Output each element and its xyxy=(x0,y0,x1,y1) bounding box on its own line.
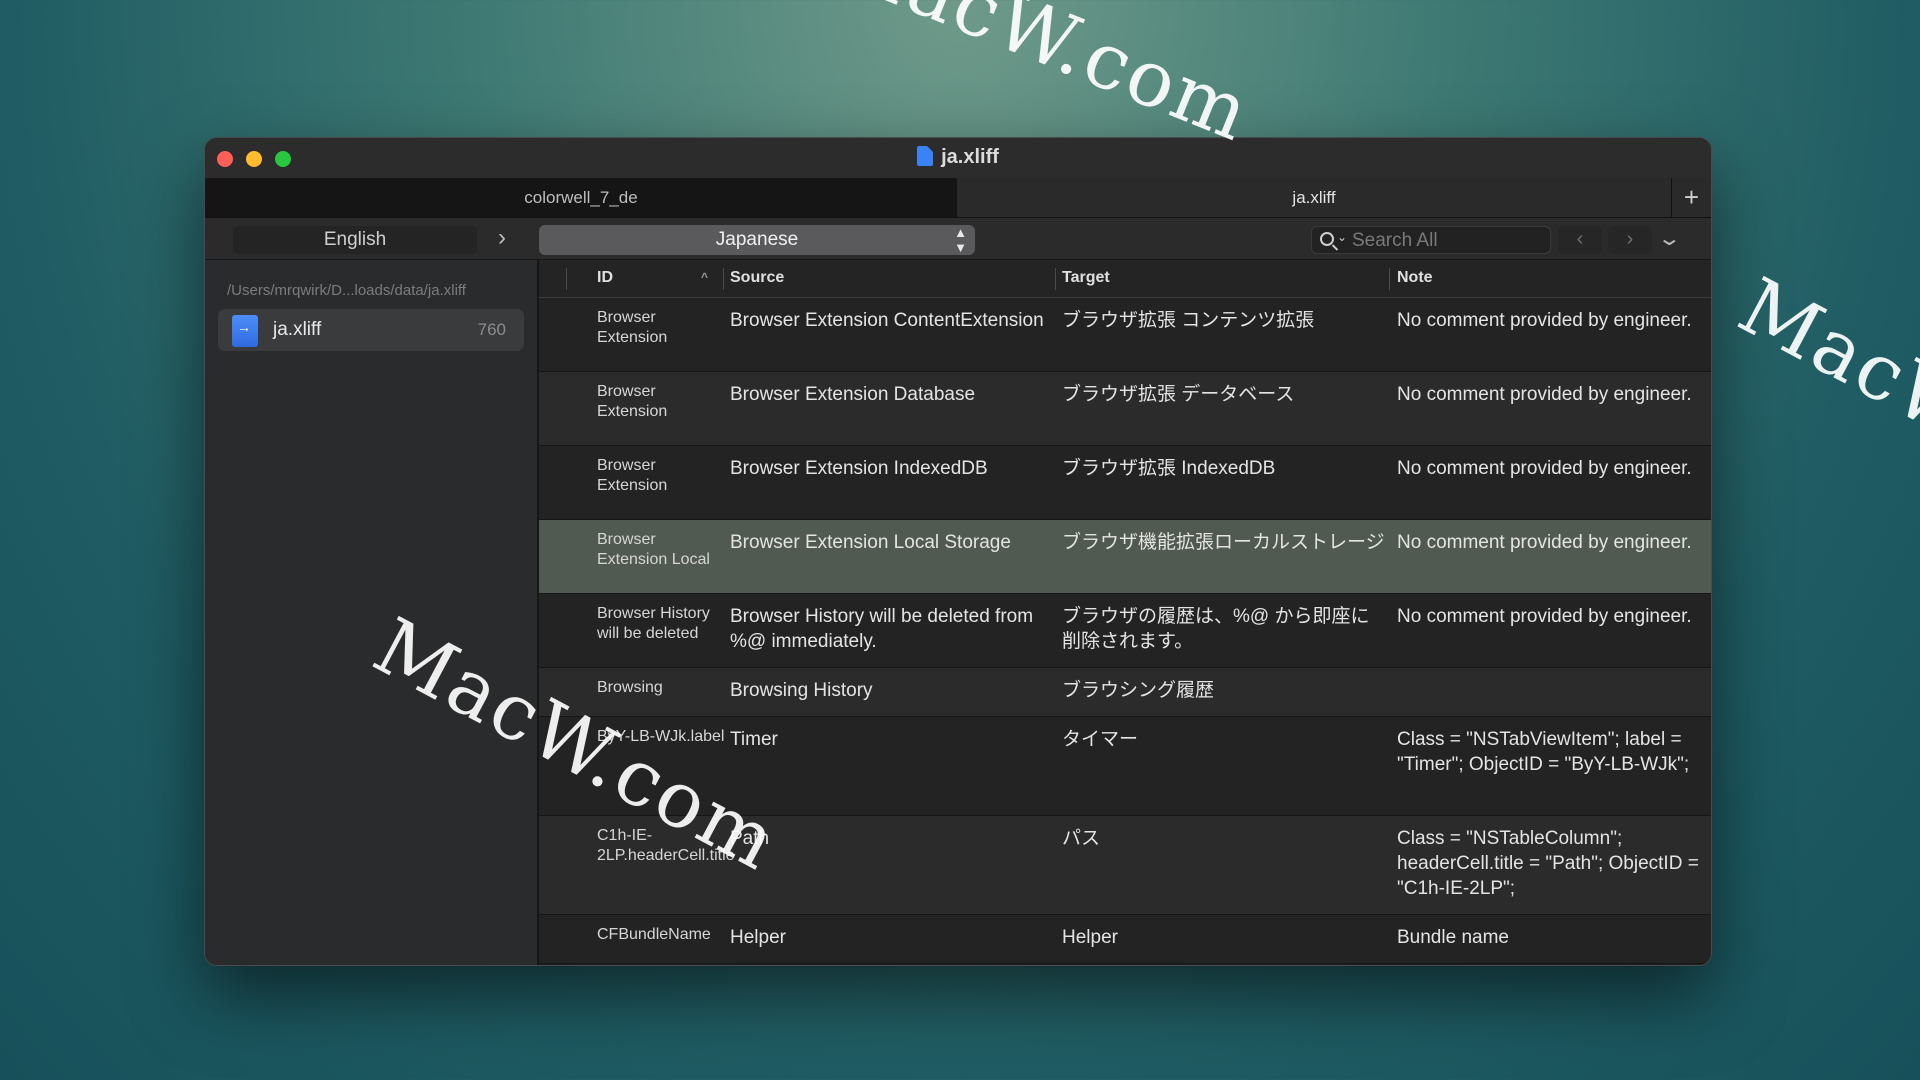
sidebar-item-ja-xliff[interactable]: ja.xliff 760 xyxy=(218,309,524,351)
app-window: ja.xliff colorwell_7_de ja.xliff + Engli… xyxy=(204,137,1712,966)
cell-source: Browser Extension Database xyxy=(730,384,976,405)
sidebar-item-label: ja.xliff xyxy=(273,319,322,340)
cell-source: Browsing History xyxy=(730,680,873,701)
watermark-top: MacW.com xyxy=(819,0,1263,160)
cell-source: Browser Extension Local Storage xyxy=(730,532,1011,553)
chevron-down-icon[interactable]: ⌄ xyxy=(1657,226,1682,251)
tab-ja-xliff[interactable]: ja.xliff xyxy=(957,178,1671,217)
cell-note: Bundle name xyxy=(1397,927,1509,948)
watermark-right: MacW.com xyxy=(1724,261,1920,549)
cell-target[interactable]: Helper xyxy=(1062,925,1387,950)
cell-source: Path xyxy=(730,828,770,849)
tab-bar: colorwell_7_de ja.xliff + xyxy=(205,178,1711,218)
tab-colorwell[interactable]: colorwell_7_de xyxy=(205,178,957,217)
updown-arrows-icon: ▲ ▼ xyxy=(954,225,967,255)
column-separator xyxy=(566,268,567,290)
source-language-button[interactable]: English xyxy=(233,226,477,254)
cell-note: No comment provided by engineer. xyxy=(1397,606,1692,627)
table-header: ID ^ Source Target Note xyxy=(539,260,1711,298)
cell-note: No comment provided by engineer. xyxy=(1397,310,1692,331)
column-separator[interactable] xyxy=(723,268,724,290)
window-title-text: ja.xliff xyxy=(941,146,999,168)
cell-id: CFBundleName xyxy=(597,926,711,943)
titlebar: ja.xliff xyxy=(205,138,1711,178)
cell-id: Browser History will be deleted xyxy=(597,605,710,642)
next-result-button[interactable]: › xyxy=(1608,226,1652,254)
cell-source: Browser History will be deleted from %@ … xyxy=(730,606,1034,652)
cell-target[interactable]: タイマー xyxy=(1062,727,1387,752)
cell-note: Class = "NSTableColumn"; headerCell.titl… xyxy=(1397,828,1699,899)
table-row[interactable]: Browser History will be deleted Browser H… xyxy=(539,594,1711,668)
sort-ascending-icon[interactable]: ^ xyxy=(701,270,708,284)
cell-id: Browser Extension xyxy=(597,383,668,420)
cell-note: Class = "NSTabViewItem"; label = "Timer"… xyxy=(1397,729,1690,775)
add-tab-button[interactable]: + xyxy=(1671,178,1711,217)
table-row[interactable]: Browser Extension Local Browser Extension… xyxy=(539,520,1711,594)
chevron-right-icon[interactable]: › xyxy=(498,224,506,252)
column-header-source[interactable]: Source xyxy=(730,269,784,287)
column-header-id[interactable]: ID xyxy=(597,269,613,287)
cell-target[interactable]: パス xyxy=(1062,826,1387,851)
cell-source: Browser Extension ContentExtension xyxy=(730,310,1044,331)
cell-id: ByY-LB-WJk.label xyxy=(597,728,725,745)
cell-note: No comment provided by engineer. xyxy=(1397,458,1692,479)
cell-id: Browsing xyxy=(597,679,663,696)
document-icon xyxy=(917,146,934,166)
table-row[interactable]: Browser Extension Browser Extension Index… xyxy=(539,446,1711,520)
table-body: Browser Extension Browser Extension Conte… xyxy=(539,298,1711,964)
target-language-label: Japanese xyxy=(715,229,799,250)
cell-target[interactable]: ブラウシング履歴 xyxy=(1062,678,1387,703)
search-menu-chevron-icon[interactable]: ⌄ xyxy=(1337,230,1347,244)
xliff-file-icon xyxy=(232,315,258,347)
translation-table: ID ^ Source Target Note Browser Extensio… xyxy=(539,260,1711,965)
cell-id: Browser Extension xyxy=(597,457,668,494)
cell-note: No comment provided by engineer. xyxy=(1397,532,1692,553)
cell-id: Browser Extension xyxy=(597,309,668,346)
previous-result-button[interactable]: ‹ xyxy=(1558,226,1602,254)
cell-target[interactable]: ブラウザ拡張 コンテンツ拡張 xyxy=(1062,308,1387,333)
cell-source: Helper xyxy=(730,927,786,948)
sidebar-item-count: 760 xyxy=(477,320,506,339)
column-separator[interactable] xyxy=(1055,268,1056,290)
main-content: /Users/mrqwirk/D...loads/data/ja.xliff j… xyxy=(205,260,1711,965)
window-title: ja.xliff xyxy=(205,146,1711,169)
toolbar: English › Japanese ▲ ▼ ⌄ Search All ‹ › ⌄ xyxy=(205,218,1711,260)
cell-target[interactable]: ブラウザの履歴は、%@ から即座に削除されます。 xyxy=(1062,604,1387,654)
column-header-note[interactable]: Note xyxy=(1397,269,1433,287)
cell-source: Browser Extension IndexedDB xyxy=(730,458,988,479)
cell-id: C1h-IE-2LP.headerCell.title xyxy=(597,827,735,864)
column-header-target[interactable]: Target xyxy=(1062,269,1110,287)
search-input-placeholder[interactable]: Search All xyxy=(1352,230,1438,252)
target-language-select[interactable]: Japanese ▲ ▼ xyxy=(539,225,975,255)
cell-source: Timer xyxy=(730,729,778,750)
search-icon[interactable] xyxy=(1320,232,1334,246)
table-row[interactable]: C1h-IE-2LP.headerCell.title Path パス Class =… xyxy=(539,816,1711,915)
table-row[interactable]: ByY-LB-WJk.label Timer タイマー Class = "NSTabV… xyxy=(539,717,1711,816)
cell-target[interactable]: ブラウザ拡張 IndexedDB xyxy=(1062,456,1387,481)
cell-id: Browser Extension Local xyxy=(597,531,710,568)
sidebar: /Users/mrqwirk/D...loads/data/ja.xliff j… xyxy=(205,260,539,965)
search-field[interactable]: ⌄ Search All xyxy=(1311,226,1551,254)
table-row[interactable]: Browser Extension Browser Extension Datab… xyxy=(539,372,1711,446)
table-row[interactable]: Browser Extension Browser Extension Conte… xyxy=(539,298,1711,372)
column-separator[interactable] xyxy=(1389,268,1390,290)
cell-note: No comment provided by engineer. xyxy=(1397,384,1692,405)
table-row[interactable]: CFBundleName Helper Helper Bundle name xyxy=(539,915,1711,964)
file-path: /Users/mrqwirk/D...loads/data/ja.xliff xyxy=(227,282,466,299)
cell-target[interactable]: ブラウザ機能拡張ローカルストレージ xyxy=(1062,530,1387,555)
table-row[interactable]: Browsing Browsing History ブラウシング履歴 xyxy=(539,668,1711,717)
cell-target[interactable]: ブラウザ拡張 データベース xyxy=(1062,382,1387,407)
